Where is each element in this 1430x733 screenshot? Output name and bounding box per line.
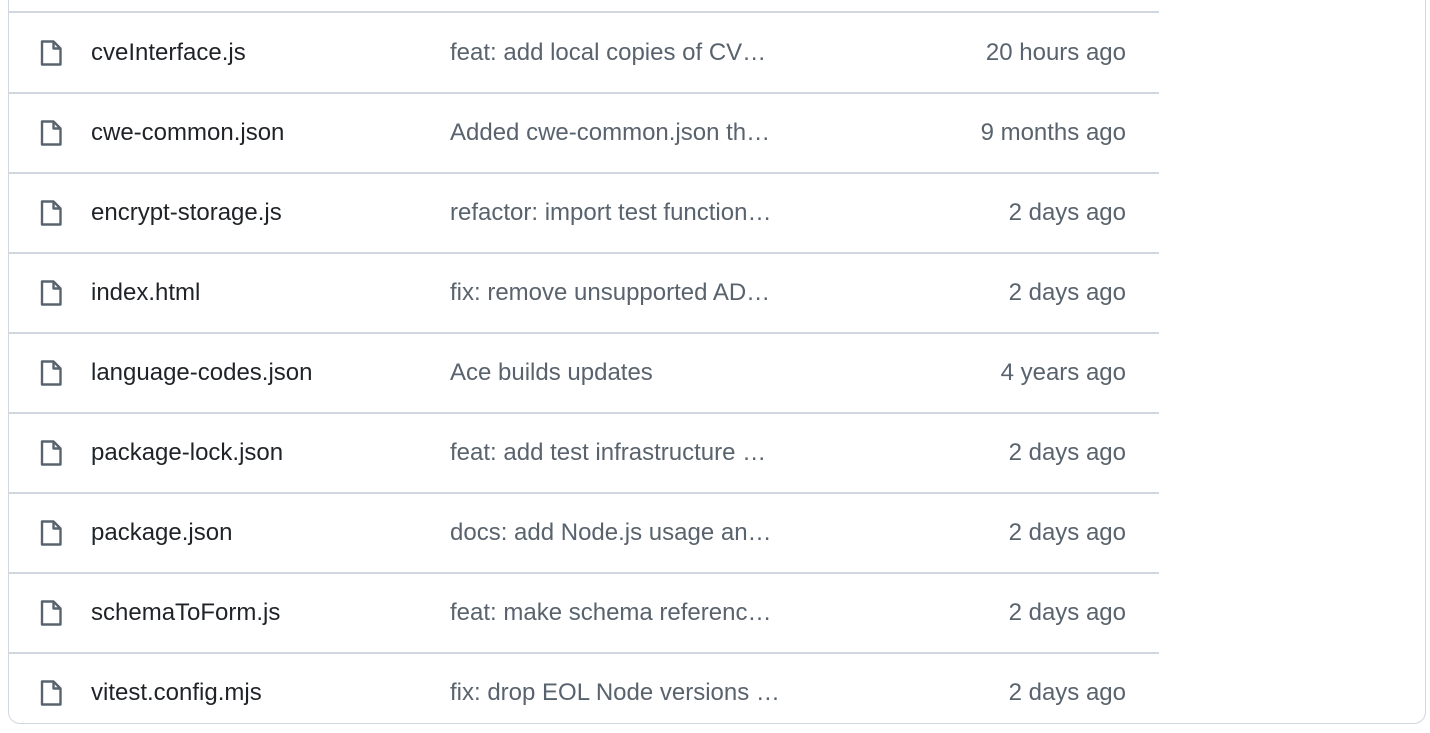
file-icon [40,120,62,146]
commit-message-link[interactable]: docs: add Node.js usage an… [450,519,830,547]
commit-message-link[interactable]: Added cwe-common.json th… [450,119,830,147]
commit-time: 4 years ago [1000,359,1126,386]
file-icon [40,440,62,466]
file-row[interactable]: encrypt-storage.js refactor: import test… [8,173,1159,254]
file-icon [40,280,62,306]
commit-message-link[interactable]: feat: add local copies of CV… [450,39,830,67]
file-icon [40,200,62,226]
commit-time: 2 days ago [1008,679,1126,706]
commit-time: 2 days ago [1008,519,1126,546]
commit-message-link[interactable]: feat: make schema referenc… [450,599,830,627]
file-icon [40,680,62,706]
commit-time: 9 months ago [980,119,1126,146]
file-icon [40,520,62,546]
file-name-link[interactable]: encrypt-storage.js [91,199,282,227]
file-name-link[interactable]: schemaToForm.js [91,599,280,627]
file-name-link[interactable]: cveInterface.js [91,39,246,67]
commit-time: 20 hours ago [985,39,1126,66]
file-name-link[interactable]: vitest.config.mjs [91,679,262,707]
file-row[interactable]: package.json docs: add Node.js usage an…… [8,493,1159,574]
commit-message-link[interactable]: fix: remove unsupported AD… [450,279,830,307]
file-row[interactable]: cwe-common.json Added cwe-common.json th… [8,93,1159,174]
file-row[interactable]: index.html fix: remove unsupported AD… 2… [8,253,1159,334]
file-name-link[interactable]: cwe-common.json [91,119,284,147]
commit-time: 2 days ago [1008,199,1126,226]
commit-message-link[interactable]: feat: add test infrastructure … [450,439,830,467]
commit-time: 2 days ago [1008,279,1126,306]
file-row[interactable]: cveInterface.js feat: add local copies o… [8,13,1159,94]
file-row[interactable]: schemaToForm.js feat: make schema refere… [8,573,1159,654]
commit-message-link[interactable]: Ace builds updates [450,359,830,387]
commit-time: 2 days ago [1008,599,1126,626]
file-icon [40,600,62,626]
file-row[interactable]: language-codes.json Ace builds updates 4… [8,333,1159,414]
file-name-link[interactable]: package-lock.json [91,439,283,467]
commit-message-link[interactable]: refactor: import test function… [450,199,830,227]
file-name-link[interactable]: package.json [91,519,232,547]
file-row[interactable]: vitest.config.mjs fix: drop EOL Node ver… [8,653,1159,733]
file-icon [40,40,62,66]
file-name-link[interactable]: language-codes.json [91,359,313,387]
commit-message-link[interactable]: fix: drop EOL Node versions … [450,679,830,707]
commit-time: 2 days ago [1008,439,1126,466]
file-icon [40,360,62,386]
file-row[interactable]: package-lock.json feat: add test infrast… [8,413,1159,494]
file-name-link[interactable]: index.html [91,279,200,307]
